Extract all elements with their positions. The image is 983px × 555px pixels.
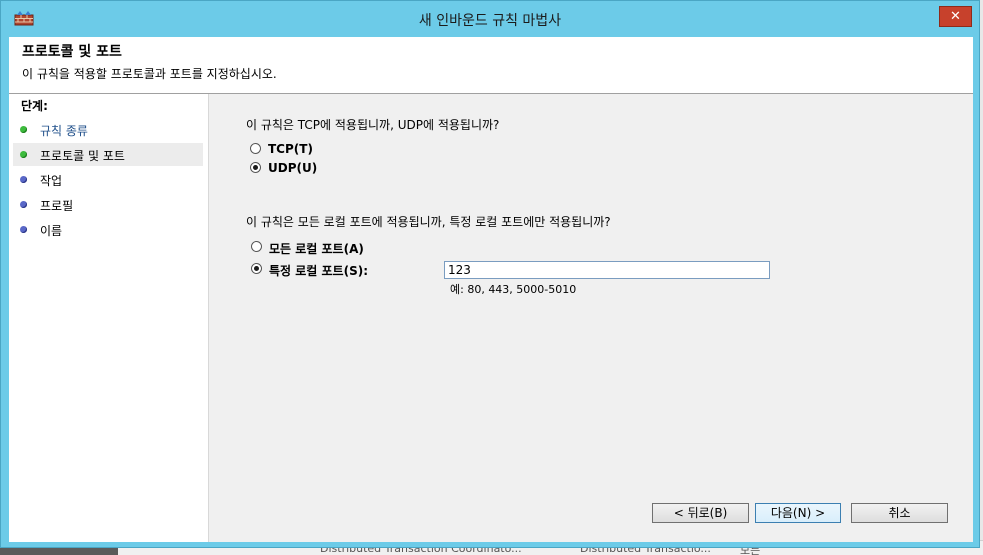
- step-complete-icon: [20, 151, 27, 158]
- step-pending-icon: [20, 226, 27, 233]
- ports-hint: 예: 80, 443, 5000-5010: [450, 283, 577, 296]
- ports-question: 이 규칙은 모든 로컬 포트에 적용됩니까, 특정 로컬 포트에만 적용됩니까?: [246, 215, 611, 229]
- radio-specific-ports-circle[interactable]: [251, 263, 262, 274]
- step-complete-icon: [20, 126, 27, 133]
- step-pending-icon: [20, 176, 27, 183]
- step-action: 작업: [13, 168, 203, 191]
- step-profile: 프로필: [13, 193, 203, 216]
- step-label: 규칙 종류: [40, 124, 88, 138]
- step-label: 프로필: [40, 199, 74, 213]
- title-bar[interactable]: 새 인바운드 규칙 마법사 ✕: [1, 1, 979, 37]
- back-button[interactable]: < 뒤로(B): [652, 503, 749, 523]
- radio-all-ports-label[interactable]: 모든 로컬 포트(A): [269, 240, 364, 257]
- window-title: 새 인바운드 규칙 마법사: [418, 13, 562, 29]
- wizard-client-area: 프로토콜 및 포트 이 규칙을 적용할 프로토콜과 포트를 지정하십시오. 단계…: [9, 37, 973, 542]
- radio-udp-label[interactable]: UDP(U): [268, 161, 317, 175]
- step-name: 이름: [13, 218, 203, 241]
- steps-pane: 단계: 규칙 종류 프로토콜 및 포트 작업 프로필 이름: [9, 94, 209, 542]
- step-label: 이름: [40, 224, 63, 238]
- protocol-question: 이 규칙은 TCP에 적용됩니까, UDP에 적용됩니까?: [246, 118, 500, 132]
- step-protocol-ports[interactable]: 프로토콜 및 포트: [13, 143, 203, 166]
- step-rule-type[interactable]: 규칙 종류: [13, 118, 203, 141]
- specific-ports-input[interactable]: [444, 261, 770, 279]
- radio-tcp-circle[interactable]: [250, 143, 261, 154]
- wizard-header: 프로토콜 및 포트 이 규칙을 적용할 프로토콜과 포트를 지정하십시오.: [9, 37, 973, 94]
- radio-tcp-label[interactable]: TCP(T): [268, 142, 313, 156]
- radio-specific-ports-label[interactable]: 특정 로컬 포트(S):: [269, 262, 368, 279]
- radio-all-ports-circle[interactable]: [251, 241, 262, 252]
- step-label: 프로토콜 및 포트: [40, 149, 125, 163]
- close-button[interactable]: ✕: [939, 6, 972, 27]
- main-panel: 이 규칙은 TCP에 적용됩니까, UDP에 적용됩니까? TCP(T) UDP…: [209, 94, 973, 542]
- next-button[interactable]: 다음(N) >: [755, 503, 841, 523]
- wizard-window: 새 인바운드 규칙 마법사 ✕ 프로토콜 및 포트 이 규칙을 적용할 프로토콜…: [0, 0, 980, 548]
- step-label: 작업: [40, 174, 63, 188]
- steps-title: 단계:: [21, 99, 48, 113]
- page-title: 프로토콜 및 포트: [22, 44, 122, 60]
- radio-udp-circle[interactable]: [250, 162, 261, 173]
- page-subtitle: 이 규칙을 적용할 프로토콜과 포트를 지정하십시오.: [22, 67, 277, 81]
- step-pending-icon: [20, 201, 27, 208]
- cancel-button[interactable]: 취소: [851, 503, 948, 523]
